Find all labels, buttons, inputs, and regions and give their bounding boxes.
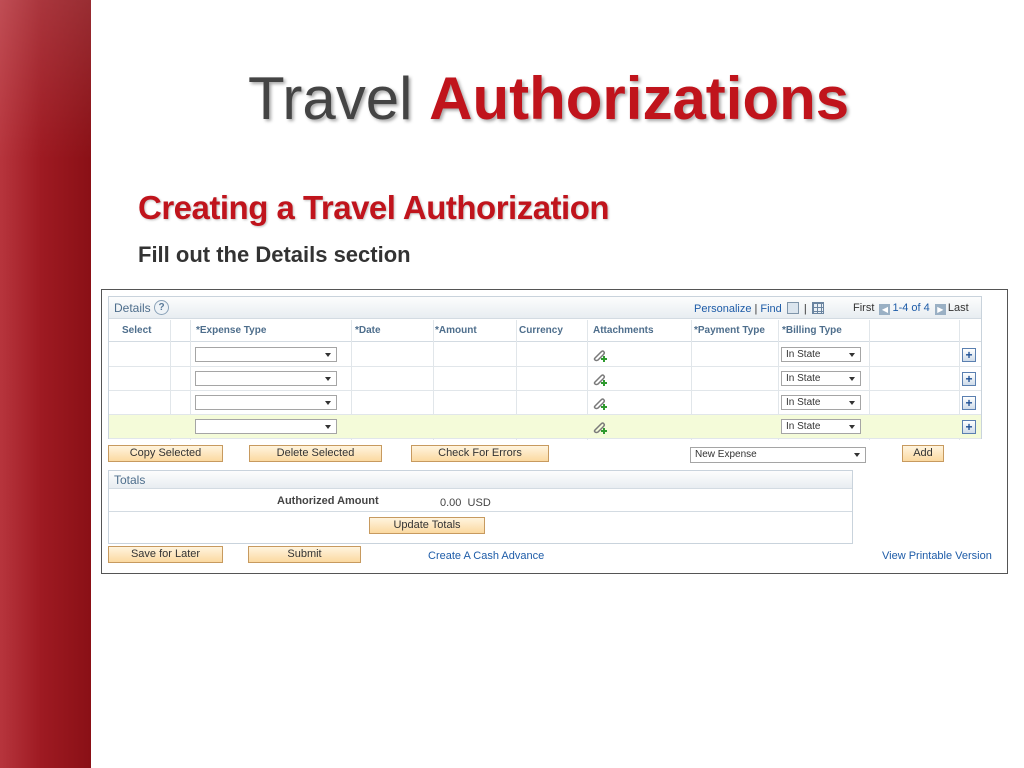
table-row: In State + xyxy=(109,367,981,391)
billing-type-select[interactable]: In State xyxy=(781,395,861,410)
col-select: Select xyxy=(122,325,152,336)
delete-selected-button[interactable]: Delete Selected xyxy=(249,445,382,462)
details-header: Details ? Personalize | Find | First ◀ 1-4 … xyxy=(109,297,981,319)
update-totals-button[interactable]: Update Totals xyxy=(369,517,485,534)
chevron-down-icon xyxy=(849,401,855,405)
next-arrow-icon[interactable]: ▶ xyxy=(934,304,946,315)
add-row-icon[interactable]: + xyxy=(962,396,976,410)
check-errors-button[interactable]: Check For Errors xyxy=(411,445,549,462)
add-attachment-icon[interactable] xyxy=(592,347,608,363)
divider xyxy=(109,511,852,512)
col-billing-type[interactable]: *Billing Type xyxy=(782,325,842,336)
expense-type-select[interactable] xyxy=(195,395,337,410)
chevron-down-icon xyxy=(325,401,331,405)
col-expense-type[interactable]: *Expense Type xyxy=(196,325,266,336)
billing-type-select[interactable]: In State xyxy=(781,347,861,362)
chevron-down-icon xyxy=(325,425,331,429)
chevron-down-icon xyxy=(849,353,855,357)
totals-title: Totals xyxy=(114,473,146,487)
billing-type-value: In State xyxy=(786,421,821,432)
personalize-link[interactable]: Personalize xyxy=(694,303,751,315)
billing-type-select[interactable]: In State xyxy=(781,419,861,434)
amount-currency: USD xyxy=(467,497,491,509)
col-attachments[interactable]: Attachments xyxy=(593,325,654,336)
section-heading: Creating a Travel Authorization xyxy=(138,189,610,226)
details-title: Details xyxy=(114,301,151,315)
create-cash-advance-link[interactable]: Create A Cash Advance xyxy=(428,550,544,562)
expense-type-select[interactable] xyxy=(195,347,337,362)
authorized-amount-value: 0.00 USD xyxy=(440,497,491,509)
save-for-later-button[interactable]: Save for Later xyxy=(108,546,223,563)
add-attachment-icon[interactable] xyxy=(592,419,608,435)
table-row: In State + xyxy=(109,415,981,439)
billing-type-value: In State xyxy=(786,349,821,360)
table-row: In State + xyxy=(109,343,981,367)
amount-number: 0.00 xyxy=(440,497,462,509)
totals-panel: Totals Authorized Amount 0.00 USD Update… xyxy=(108,470,853,544)
add-row-icon[interactable]: + xyxy=(962,348,976,362)
instruction-text: Fill out the Details section xyxy=(138,242,411,267)
pagination: First ◀ 1-4 of 4 ▶ Last xyxy=(853,302,969,315)
view-all-icon[interactable] xyxy=(786,302,799,314)
col-payment-type[interactable]: *Payment Type xyxy=(694,325,765,336)
col-currency[interactable]: Currency xyxy=(519,325,563,336)
first-label[interactable]: First xyxy=(853,302,874,314)
page-range: 1-4 of 4 xyxy=(892,302,930,314)
chevron-down-icon xyxy=(325,377,331,381)
help-icon[interactable]: ? xyxy=(154,300,169,315)
view-printable-version-link[interactable]: View Printable Version xyxy=(882,550,992,562)
submit-button[interactable]: Submit xyxy=(248,546,361,563)
add-attachment-icon[interactable] xyxy=(592,371,608,387)
col-amount[interactable]: *Amount xyxy=(435,325,477,336)
chevron-down-icon xyxy=(854,453,860,457)
column-headers: Select *Expense Type *Date *Amount Curre… xyxy=(109,320,981,342)
decorative-sidebar xyxy=(0,0,91,768)
table-row: In State + xyxy=(109,391,981,415)
chevron-down-icon xyxy=(849,377,855,381)
find-link[interactable]: Find xyxy=(760,303,781,315)
copy-selected-button[interactable]: Copy Selected xyxy=(108,445,223,462)
prev-arrow-icon[interactable]: ◀ xyxy=(879,304,891,315)
billing-type-value: In State xyxy=(786,373,821,384)
chevron-down-icon xyxy=(849,425,855,429)
slide-title: Travel Authorizations xyxy=(248,66,849,132)
download-grid-icon[interactable] xyxy=(811,302,824,314)
add-attachment-icon[interactable] xyxy=(592,395,608,411)
chevron-down-icon xyxy=(325,353,331,357)
billing-type-select[interactable]: In State xyxy=(781,371,861,386)
last-label[interactable]: Last xyxy=(948,302,969,314)
travel-authorization-screenshot: Details ? Personalize | Find | First ◀ 1-4 … xyxy=(101,289,1008,574)
add-button[interactable]: Add xyxy=(902,445,944,462)
grid-toolbar: Personalize | Find | xyxy=(694,302,826,315)
add-row-icon[interactable]: + xyxy=(962,372,976,386)
new-expense-value: New Expense xyxy=(695,449,757,460)
slide-title-part1: Travel xyxy=(248,65,413,132)
expense-type-select[interactable] xyxy=(195,419,337,434)
separator: | xyxy=(803,303,807,315)
separator: | xyxy=(754,303,758,315)
billing-type-value: In State xyxy=(786,397,821,408)
add-row-icon[interactable]: + xyxy=(962,420,976,434)
slide-title-part2: Authorizations xyxy=(429,65,850,132)
totals-header: Totals xyxy=(109,471,852,489)
expense-type-select[interactable] xyxy=(195,371,337,386)
new-expense-select[interactable]: New Expense xyxy=(690,447,866,463)
col-date[interactable]: *Date xyxy=(355,325,381,336)
authorized-amount-label: Authorized Amount xyxy=(277,495,379,507)
details-grid: Details ? Personalize | Find | First ◀ 1-4 … xyxy=(108,296,982,440)
